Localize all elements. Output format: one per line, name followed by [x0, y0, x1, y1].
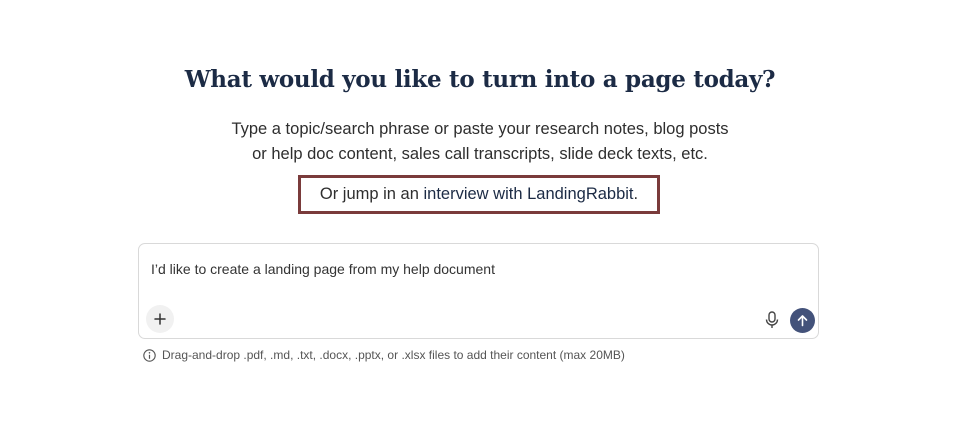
- interview-suffix: .: [633, 185, 639, 203]
- upload-hint: Drag-and-drop .pdf, .md, .txt, .docx, .p…: [143, 348, 625, 362]
- prompt-input[interactable]: [151, 261, 731, 277]
- interview-prefix: Or jump in an: [319, 185, 424, 203]
- send-button[interactable]: [790, 308, 815, 333]
- subtitle-line-1: Type a topic/search phrase or paste your…: [231, 120, 729, 138]
- interview-callout: Or jump in an interview with LandingRabb…: [298, 175, 660, 214]
- subtitle-line-2: or help doc content, sales call transcri…: [252, 145, 708, 163]
- interview-link[interactable]: interview with LandingRabbit: [423, 185, 633, 204]
- info-icon: [143, 348, 156, 362]
- page-title: What would you like to turn into a page …: [184, 66, 776, 93]
- arrow-up-icon: [797, 315, 808, 327]
- add-attachment-button[interactable]: [146, 305, 174, 333]
- prompt-composer: [138, 243, 819, 339]
- voice-input-button[interactable]: [763, 309, 781, 331]
- plus-icon: [154, 313, 166, 325]
- upload-hint-text: Drag-and-drop .pdf, .md, .txt, .docx, .p…: [162, 348, 625, 362]
- page-subtitle: Type a topic/search phrase or paste your…: [0, 117, 960, 167]
- microphone-icon: [765, 311, 779, 328]
